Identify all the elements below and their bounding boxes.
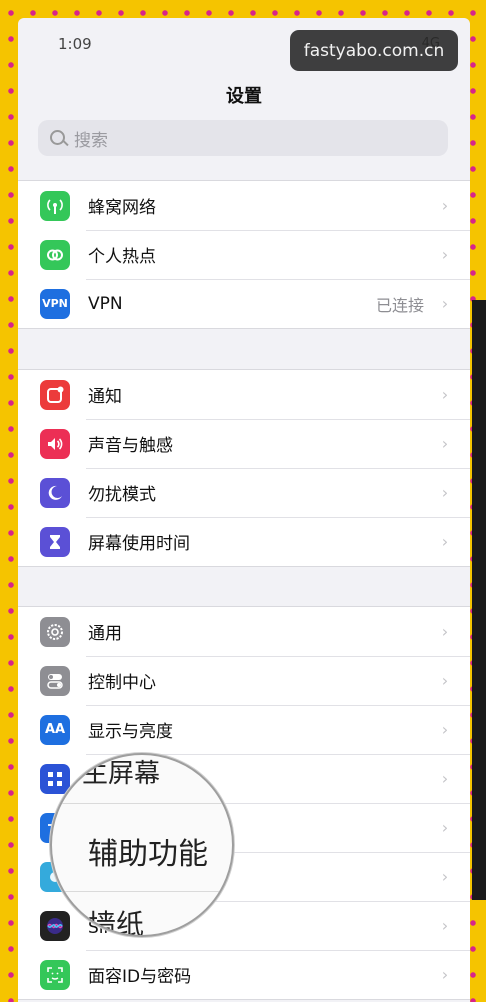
search-input[interactable]: 搜索 <box>38 120 448 156</box>
chevron-right-icon: › <box>441 483 449 502</box>
chevron-right-icon: › <box>441 385 449 404</box>
vpn-icon: VPN <box>40 288 70 319</box>
settings-row-label: 通用 <box>88 624 122 644</box>
magnifier-overlay: 主屏幕 辅助功能 墙纸 <box>50 753 234 937</box>
settings-row-face-id[interactable]: 面容ID与密码 › <box>18 950 470 999</box>
phone-screen: 1:09 4G 设置 搜索 蜂窝网络 › 个人热点 › VPN VPN 已连接 <box>18 18 470 1002</box>
settings-row-general[interactable]: 通用 › <box>18 607 470 656</box>
settings-row-label: 个人热点 <box>88 247 156 267</box>
settings-row-dnd[interactable]: 勿扰模式 › <box>18 468 470 517</box>
settings-row-label: VPN <box>88 293 123 314</box>
settings-row-notifications[interactable]: 通知 › <box>18 370 470 419</box>
magnified-home-screen-label: 主屏幕 <box>82 759 161 789</box>
grid-icon <box>40 763 70 794</box>
text-size-icon: AA <box>40 714 70 745</box>
hotspot-icon <box>40 239 70 270</box>
siri-icon <box>40 910 70 941</box>
watermark: fastyabo.com.cn <box>290 30 458 71</box>
chevron-right-icon: › <box>441 532 449 551</box>
magnified-wallpaper-label: 墙纸 <box>88 908 145 937</box>
chevron-right-icon: › <box>441 245 449 264</box>
search-placeholder: 搜索 <box>74 130 108 151</box>
chevron-right-icon: › <box>441 769 449 788</box>
settings-row-label: 显示与亮度 <box>88 722 173 742</box>
chevron-right-icon: › <box>441 818 449 837</box>
background-edge <box>472 300 486 900</box>
settings-row-sounds[interactable]: 声音与触感 › <box>18 419 470 468</box>
toggle-icon <box>40 665 70 696</box>
settings-row-screen-time[interactable]: 屏幕使用时间 › <box>18 517 470 566</box>
notification-icon <box>40 379 70 410</box>
moon-icon <box>40 477 70 508</box>
hourglass-icon <box>40 526 70 557</box>
settings-row-vpn[interactable]: VPN VPN 已连接 › <box>18 279 470 328</box>
face-id-icon <box>40 959 70 990</box>
search-icon <box>44 120 74 156</box>
settings-row-control-center[interactable]: 控制中心 › <box>18 656 470 705</box>
chevron-right-icon: › <box>441 671 449 690</box>
antenna-icon <box>40 190 70 221</box>
vpn-status: 已连接 <box>375 295 424 315</box>
chevron-right-icon: › <box>441 434 449 453</box>
chevron-right-icon: › <box>441 294 449 313</box>
chevron-right-icon: › <box>441 867 449 886</box>
speaker-icon <box>40 428 70 459</box>
settings-row-label: 控制中心 <box>88 673 156 693</box>
chevron-right-icon: › <box>441 196 449 215</box>
settings-group-network: 蜂窝网络 › 个人热点 › VPN VPN 已连接 › <box>18 180 470 329</box>
chevron-right-icon: › <box>441 965 449 984</box>
settings-row-label: 通知 <box>88 387 122 407</box>
magnified-accessibility-label: 辅助功能 <box>88 837 208 872</box>
page-title: 设置 <box>226 86 262 107</box>
gear-icon <box>40 616 70 647</box>
settings-row-label: 声音与触感 <box>88 436 173 456</box>
settings-row-hotspot[interactable]: 个人热点 › <box>18 230 470 279</box>
settings-row-label: 面容ID与密码 <box>88 967 192 987</box>
settings-group-notifications: 通知 › 声音与触感 › 勿扰模式 › 屏幕使用时间 › <box>18 369 470 567</box>
chevron-right-icon: › <box>441 916 449 935</box>
settings-row-cellular[interactable]: 蜂窝网络 › <box>18 181 470 230</box>
settings-row-label: 屏幕使用时间 <box>88 534 190 554</box>
settings-row-label: 勿扰模式 <box>88 485 156 505</box>
settings-row-label: 蜂窝网络 <box>88 198 156 218</box>
status-time: 1:09 <box>58 35 92 53</box>
chevron-right-icon: › <box>441 720 449 739</box>
settings-row-display[interactable]: AA 显示与亮度 › <box>18 705 470 754</box>
chevron-right-icon: › <box>441 622 449 641</box>
